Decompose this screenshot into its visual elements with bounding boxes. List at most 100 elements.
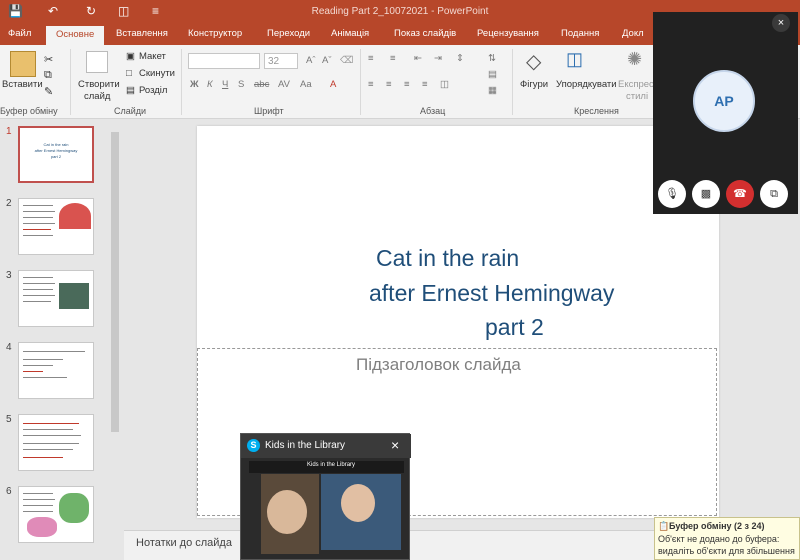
align-right-icon[interactable]: ≡	[404, 79, 410, 90]
spacing-icon[interactable]: AV	[278, 79, 290, 90]
slide-title-line-3[interactable]: part 2	[485, 314, 544, 341]
thumb-image	[59, 283, 89, 309]
subtitle-placeholder-text: Підзаголовок слайда	[356, 355, 521, 374]
underline-icon[interactable]: Ч	[222, 79, 228, 90]
scrollbar-thumb[interactable]	[111, 132, 119, 432]
video-window-header[interactable]: S Kids in the Library ×	[241, 434, 411, 458]
paste-button[interactable]: Вставити	[2, 79, 43, 90]
quick-styles-icon[interactable]: ✺	[627, 49, 642, 70]
group-paragraph: Абзац	[420, 106, 446, 116]
new-slide-label: слайд	[84, 91, 111, 102]
bold-icon[interactable]: Ж	[190, 79, 199, 90]
shapes-icon[interactable]: ◇	[526, 49, 541, 74]
tab-home[interactable]: Основне	[46, 26, 105, 45]
tab-insert[interactable]: Вставлення	[116, 28, 168, 39]
layout-button[interactable]: Макет	[139, 51, 166, 62]
format-painter-icon[interactable]: ✎	[44, 85, 53, 98]
slide-number: 5	[6, 414, 12, 425]
screen-share-icon[interactable]: ⧉	[760, 180, 788, 208]
arrange-icon[interactable]: ◫	[566, 49, 583, 70]
cut-icon[interactable]: ✂	[44, 53, 53, 66]
thumb-image	[59, 493, 89, 523]
video-inner-title: Kids in the Library	[307, 462, 356, 468]
shrink-font-icon[interactable]: Aˇ	[322, 55, 332, 66]
bullets-icon[interactable]: ≡	[368, 53, 374, 64]
tab-review[interactable]: Рецензування	[477, 28, 539, 39]
clipboard-message-line-2: видаліть об'єкти для збільшення	[658, 546, 795, 556]
italic-icon[interactable]: К	[207, 79, 213, 90]
slide-thumbnail-3[interactable]	[18, 270, 94, 327]
slide-thumbnail-5[interactable]	[18, 414, 94, 471]
close-call-icon[interactable]: ×	[772, 14, 790, 32]
microphone-icon[interactable]: 🎙	[658, 180, 686, 208]
close-video-icon[interactable]: ×	[391, 437, 399, 453]
tab-view[interactable]: Подання	[561, 28, 599, 39]
shadow-icon[interactable]: S	[238, 79, 244, 90]
font-size-field[interactable]: 32	[264, 53, 298, 69]
quick-access-menu-icon[interactable]: ≡	[152, 4, 159, 18]
grow-font-icon[interactable]: Aˆ	[306, 55, 316, 66]
presenter-icon[interactable]: ◫	[118, 4, 129, 18]
new-slide-button[interactable]: Створити	[78, 79, 120, 90]
paste-icon[interactable]	[10, 51, 36, 77]
clear-format-icon[interactable]: ⌫	[340, 55, 353, 66]
text-direction-icon[interactable]: ⇅	[488, 53, 496, 64]
video-window[interactable]: S Kids in the Library × Kids in the Libr…	[240, 433, 411, 560]
group-slides: Слайди	[114, 106, 147, 116]
font-name-field[interactable]	[188, 53, 260, 69]
outdent-icon[interactable]: ⇥	[434, 53, 442, 64]
group-clipboard: Буфер обміну	[0, 106, 58, 116]
tab-slideshow[interactable]: Показ слайдів	[394, 28, 456, 39]
window-title: Reading Part 2_10072021 - PowerPoint	[311, 6, 489, 17]
slide-title-line-1[interactable]: Cat in the rain	[376, 245, 519, 272]
slide-thumbnail-1[interactable]: Cat in the rain after Ernest Hemingway p…	[18, 126, 94, 183]
font-color-icon[interactable]: A	[330, 79, 336, 90]
slide-thumbnail-6[interactable]	[18, 486, 94, 543]
section-icon: ▤	[126, 85, 135, 96]
section-button[interactable]: Розділ	[139, 85, 167, 96]
tab-file[interactable]: Файл	[8, 28, 31, 39]
tab-animation[interactable]: Анімація	[331, 28, 369, 39]
hang-up-icon[interactable]: ☎	[726, 180, 754, 208]
camera-icon[interactable]: ▩	[692, 180, 720, 208]
shapes-button[interactable]: Фігури	[520, 79, 548, 90]
slide-number: 6	[6, 486, 12, 497]
align-center-icon[interactable]: ≡	[386, 79, 392, 90]
undo-icon[interactable]: ↶	[48, 4, 58, 18]
thumb-title-line: part 2	[50, 154, 62, 159]
justify-icon[interactable]: ≡	[422, 79, 428, 90]
smartart-icon[interactable]: ▦	[488, 85, 497, 96]
align-text-icon[interactable]: ▤	[488, 69, 497, 80]
line-spacing-icon[interactable]: ⇕	[456, 53, 464, 64]
clipboard-icon: 📋	[658, 521, 670, 531]
new-slide-icon[interactable]	[86, 51, 108, 73]
save-icon[interactable]: 💾	[8, 4, 23, 18]
columns-icon[interactable]: ◫	[440, 79, 449, 90]
thumb-image	[27, 517, 57, 537]
slide-thumbnail-2[interactable]	[18, 198, 94, 255]
video-tile-child-2	[321, 474, 401, 550]
thumbnails-scrollbar[interactable]	[110, 122, 120, 558]
call-window: × AP 🎙 ▩ ☎ ⧉	[653, 12, 798, 214]
slide-thumbnail-4[interactable]	[18, 342, 94, 399]
video-window-title: Kids in the Library	[265, 440, 346, 451]
align-left-icon[interactable]: ≡	[368, 79, 374, 90]
reset-button[interactable]: Скинути	[139, 68, 175, 79]
clipboard-title: Буфер обміну (2 з 24)	[669, 521, 765, 531]
arrange-button[interactable]: Упорядкувати	[556, 79, 617, 90]
case-icon[interactable]: Aa	[300, 79, 312, 90]
reset-icon: □	[126, 68, 132, 79]
clipboard-message-line-1: Об'єкт не додано до буфера:	[658, 534, 780, 544]
strikethrough-icon[interactable]: abc	[254, 79, 269, 90]
tab-more[interactable]: Докл	[622, 28, 644, 39]
numbering-icon[interactable]: ≡	[390, 53, 396, 64]
quick-styles-button[interactable]: Експрес	[618, 79, 654, 90]
thumb-umbrella-image	[59, 203, 91, 229]
clipboard-notification[interactable]: 📋 Буфер обміну (2 з 24) Об'єкт не додано…	[654, 517, 800, 560]
tab-transitions[interactable]: Переходи	[267, 28, 310, 39]
redo-icon[interactable]: ↻	[86, 4, 96, 18]
copy-icon[interactable]: ⧉	[44, 69, 52, 82]
slide-title-line-2[interactable]: after Ernest Hemingway	[369, 280, 614, 307]
tab-design[interactable]: Конструктор	[188, 28, 242, 39]
indent-icon[interactable]: ⇤	[414, 53, 422, 64]
